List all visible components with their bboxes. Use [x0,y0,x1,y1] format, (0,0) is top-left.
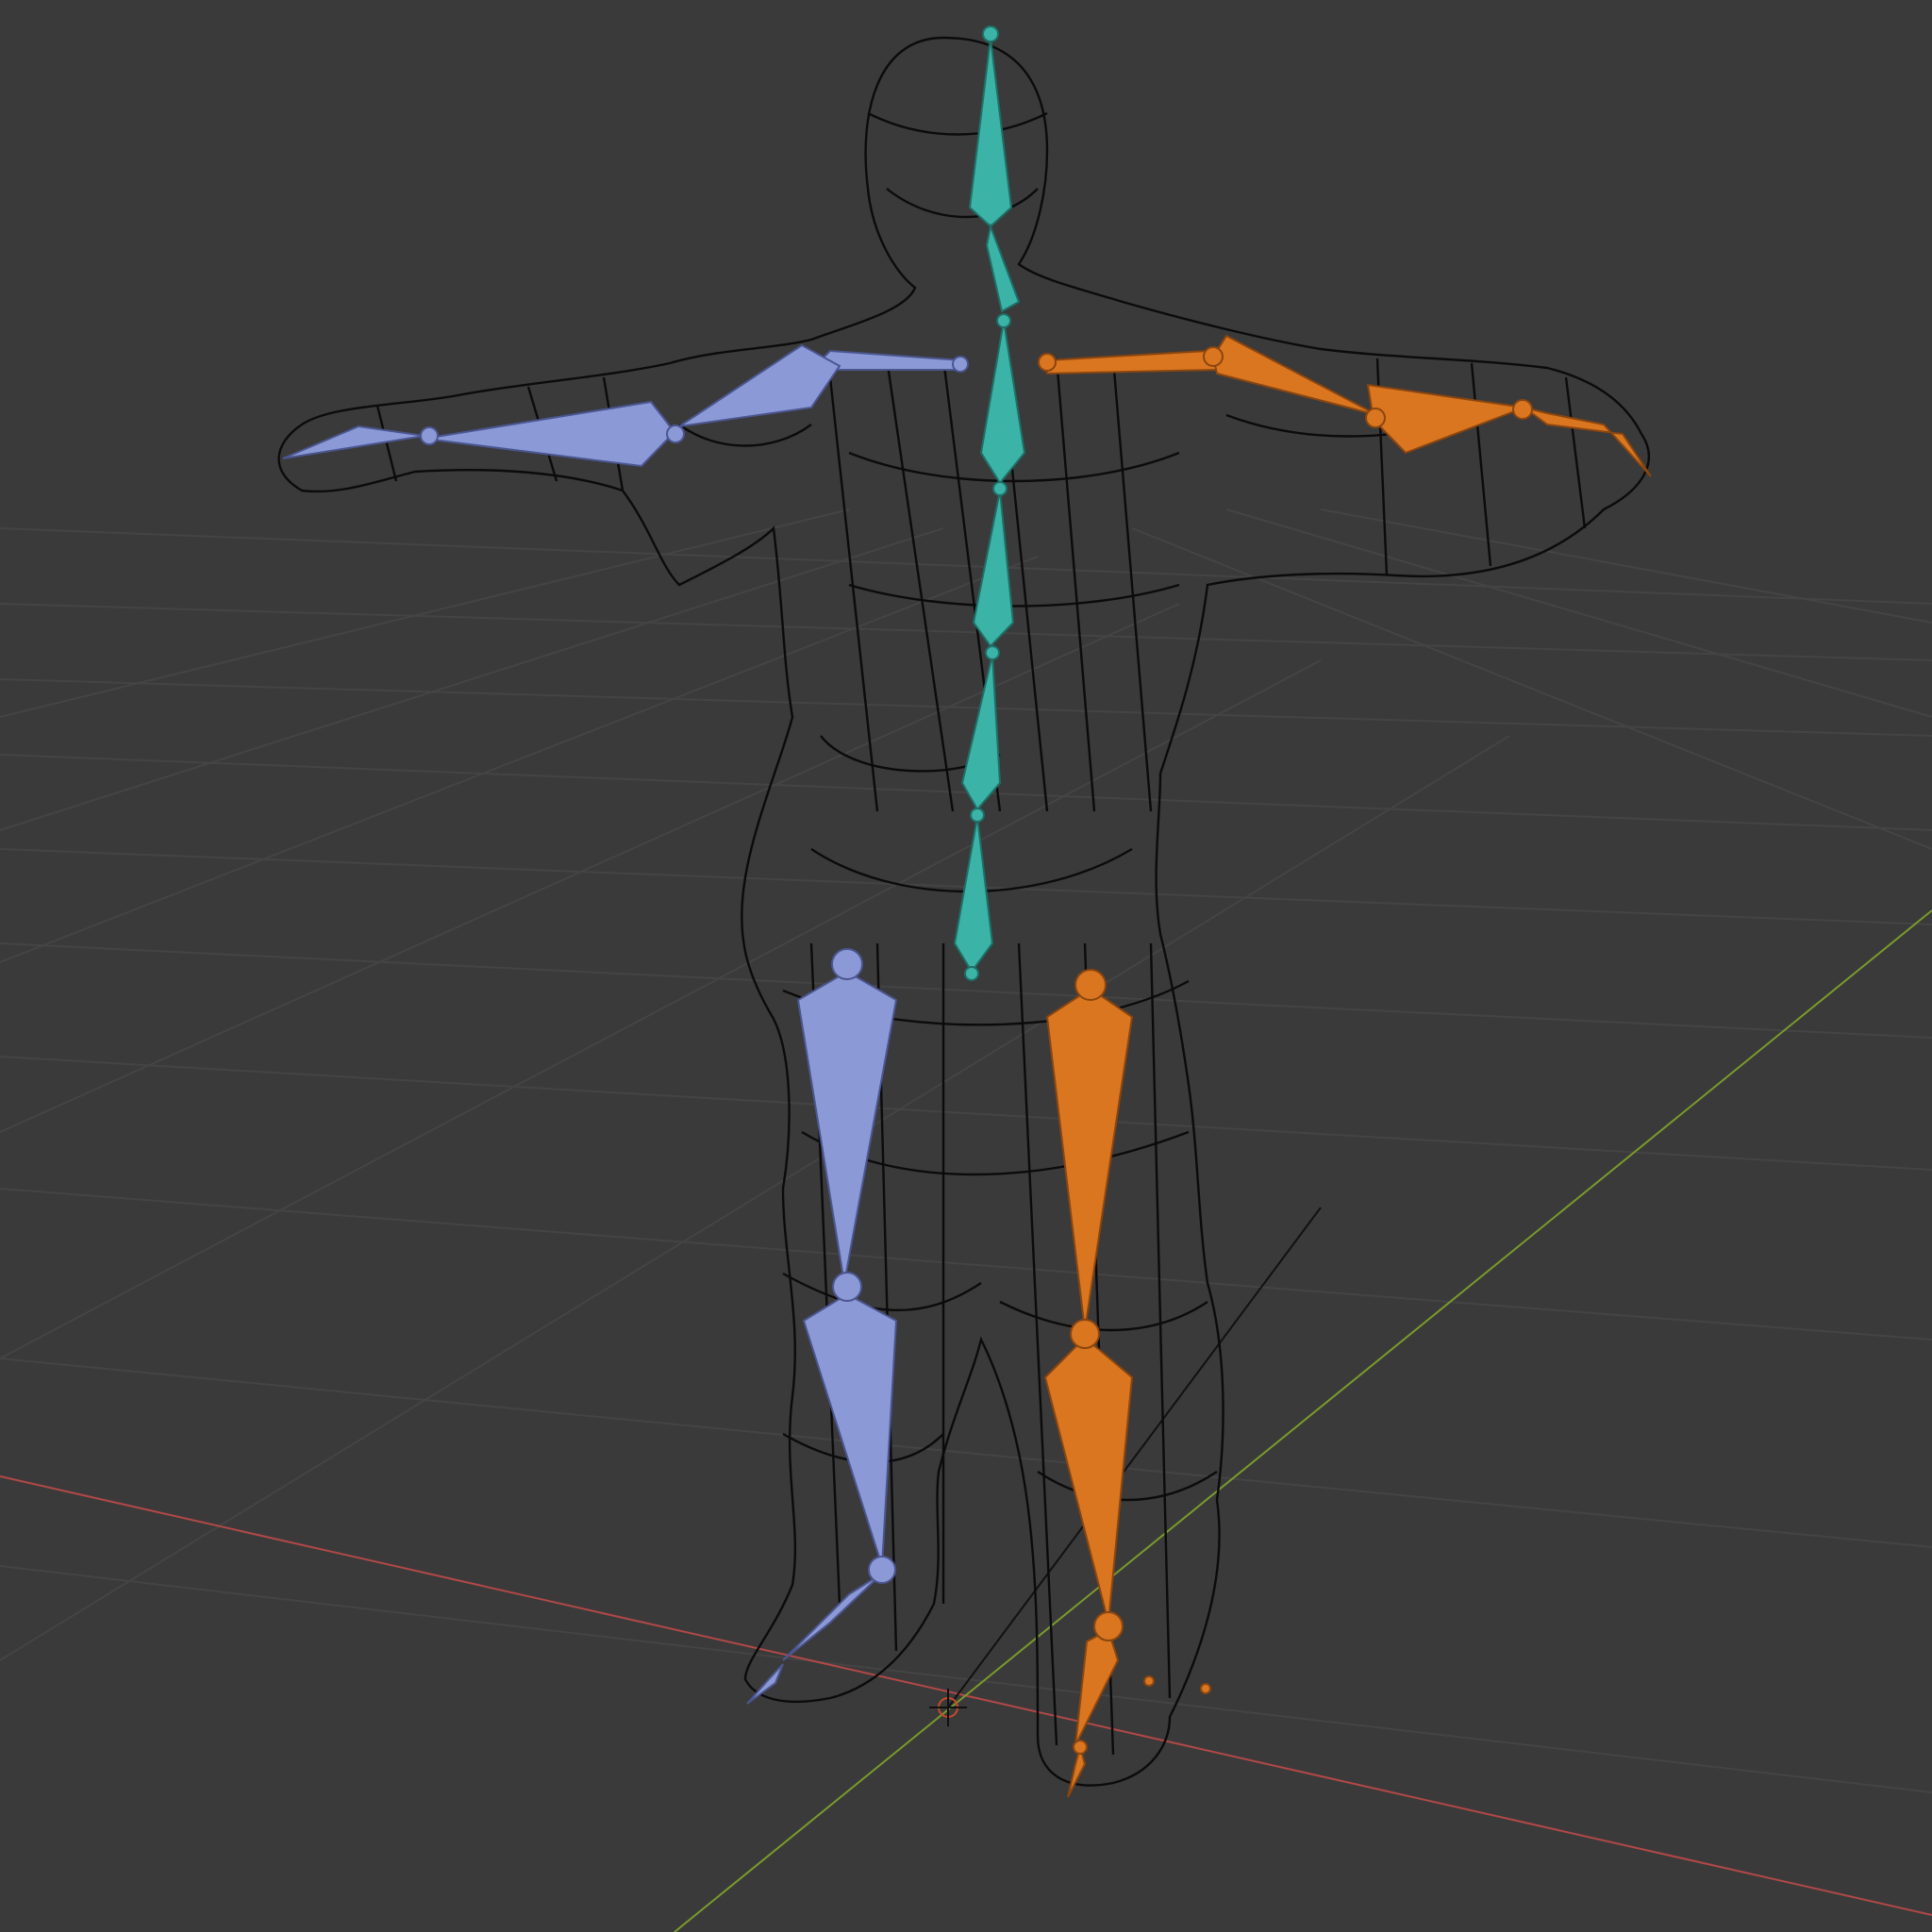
joint-elbow-l[interactable] [666,425,685,443]
joint-shoulder-l[interactable] [952,356,969,373]
armature-center-bones[interactable] [953,25,1026,981]
bone-upper-arm-r[interactable] [1211,334,1378,416]
bone-thigh-r[interactable] [1045,987,1134,1331]
bone-spine-lower[interactable] [960,654,1002,811]
joint-shoulder-r[interactable] [1038,353,1057,372]
light-helper-line [947,1207,1322,1708]
joint-ankle-l[interactable] [868,1556,896,1584]
joint-chest[interactable] [992,481,1008,496]
bone-shin-l[interactable] [802,1292,898,1567]
joint-neck[interactable] [996,313,1011,328]
ik-target-heel-r[interactable] [1143,1675,1155,1687]
bone-foot-l[interactable] [782,1573,883,1661]
joint-ankle-r[interactable] [1093,1611,1124,1641]
joint-pelvis-end[interactable] [964,966,979,981]
bone-hand-l[interactable] [282,425,425,459]
joint-knee-r[interactable] [1070,1319,1100,1349]
joint-head-top[interactable] [982,25,999,42]
joint-wrist-l[interactable] [420,426,439,445]
bone-toe-l[interactable] [746,1663,784,1705]
bone-head[interactable] [968,37,1013,228]
joint-upper-arm-r[interactable] [1203,346,1224,367]
bone-upper-arm-l[interactable] [678,343,841,427]
bone-pelvis[interactable] [953,816,994,974]
joint-hip-r[interactable] [1074,969,1107,1001]
joint-elbow-r[interactable] [1365,408,1386,428]
armature-left-bones[interactable] [282,343,969,1705]
joint-waist[interactable] [985,645,1000,660]
bone-forearm-r[interactable] [1366,383,1528,455]
bone-toe-r[interactable] [1067,1743,1087,1798]
joint-hip-l[interactable] [831,948,863,980]
joint-hip-center[interactable] [970,808,985,823]
bone-shoulder-r[interactable] [1046,349,1219,375]
joint-wrist-r[interactable] [1512,399,1533,420]
bone-neck[interactable] [985,223,1021,313]
3d-viewport[interactable] [0,0,1932,1932]
floor-grid [0,508,1932,1793]
ik-target-toe-r[interactable] [1200,1683,1211,1694]
joint-toe-r[interactable] [1073,1740,1088,1755]
joint-knee-l[interactable] [832,1272,862,1302]
bone-spine-upper[interactable] [979,320,1026,485]
bone-spine-mid[interactable] [972,490,1015,648]
bone-shin-r[interactable] [1043,1336,1134,1624]
